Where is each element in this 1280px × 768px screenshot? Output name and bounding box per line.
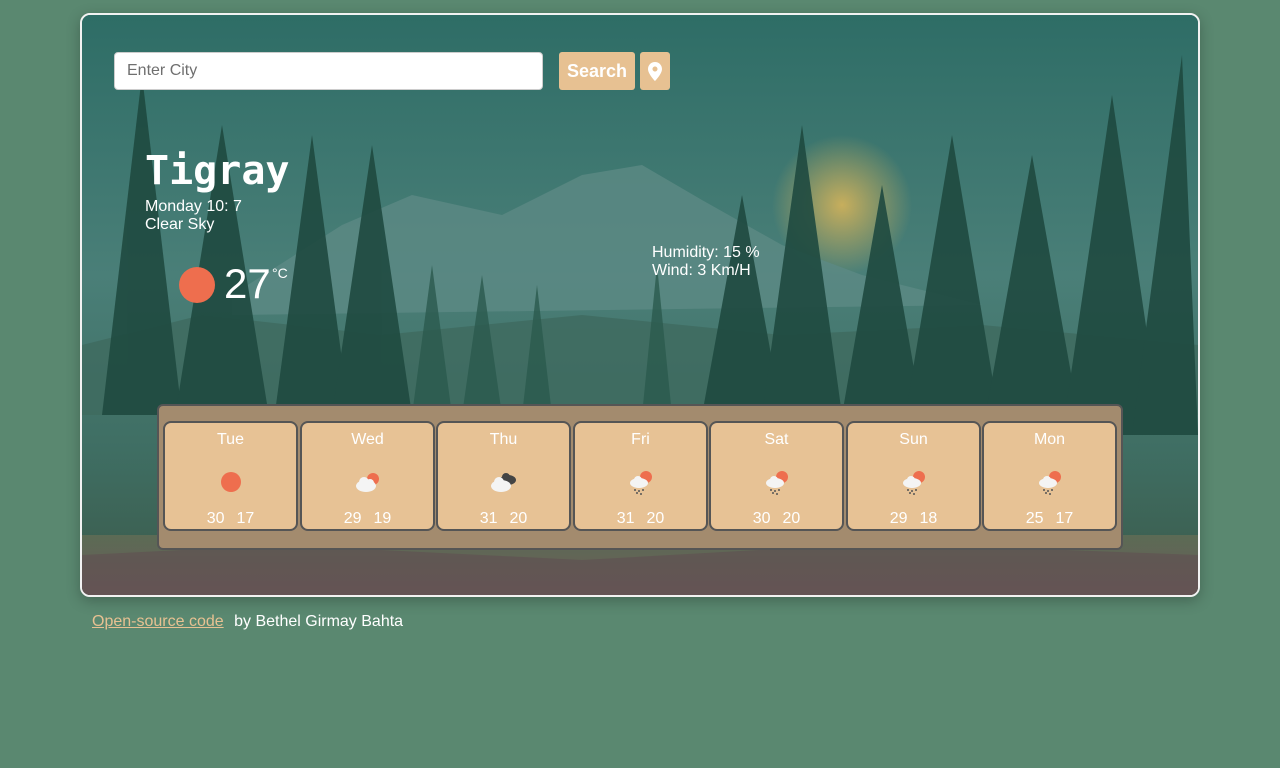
forecast-low-temp: 20 [646, 510, 665, 527]
forecast-day-name: Mon [1033, 431, 1066, 448]
author-byline: by Bethel Girmay Bahta [234, 613, 404, 630]
rain-icon [629, 471, 652, 495]
forecast-high-temp: 29 [889, 510, 908, 527]
wind-speed-value: Wind: 3 Km/H [652, 262, 751, 279]
forecast-high-temp: 29 [343, 510, 362, 527]
forecast-low-temp: 17 [236, 510, 255, 527]
current-location-button[interactable] [640, 52, 670, 90]
weather-description: Clear Sky [145, 216, 215, 233]
forecast-high-temp: 30 [206, 510, 225, 527]
forecast-day-name: Sun [899, 431, 928, 448]
rain-icon [765, 471, 788, 495]
forecast-day: Sun 29 18 [846, 421, 981, 531]
forecast-high-temp: 31 [479, 510, 498, 527]
broken-clouds-icon [490, 473, 516, 492]
weather-card: Search Tigray Monday 10: 7 Clear Sky 27 … [80, 13, 1200, 597]
forecast-low-temp: 19 [373, 510, 392, 527]
humidity-value: Humidity: 15 % [652, 244, 760, 261]
weekly-forecast: Tue 30 17 Wed 29 19 Thu 31 20 Fri 31 20 … [157, 404, 1123, 550]
forecast-high-temp: 31 [616, 510, 635, 527]
current-temperature: 27 [224, 260, 271, 307]
forecast-day-name: Tue [217, 431, 244, 448]
footer: Open-source code by Bethel Girmay Bahta [92, 613, 403, 631]
forecast-day-name: Wed [351, 431, 384, 448]
forecast-day: Sat 30 20 [709, 421, 844, 531]
forecast-high-temp: 25 [1025, 510, 1044, 527]
search-button[interactable]: Search [559, 52, 635, 90]
forecast-day: Fri 31 20 [573, 421, 708, 531]
forecast-high-temp: 30 [752, 510, 771, 527]
forecast-day-name: Fri [631, 431, 650, 448]
open-source-code-link[interactable]: Open-source code [92, 613, 224, 630]
temperature-unit[interactable]: °C [272, 265, 288, 281]
clear-sky-icon [220, 472, 241, 492]
forecast-low-temp: 20 [509, 510, 528, 527]
forecast-day: Wed 29 19 [300, 421, 435, 531]
rain-icon [1038, 471, 1061, 495]
clear-sky-icon [179, 267, 215, 303]
current-datetime: Monday 10: 7 [145, 198, 242, 215]
forecast-low-temp: 18 [919, 510, 938, 527]
forecast-day-name: Sat [764, 431, 789, 448]
city-name: Tigray [145, 148, 290, 194]
forecast-day: Tue 30 17 [163, 421, 298, 531]
map-marker-icon [648, 61, 662, 81]
forecast-low-temp: 20 [782, 510, 801, 527]
forecast-day: Mon 25 17 [982, 421, 1117, 531]
city-search-input[interactable] [114, 52, 543, 90]
few-clouds-icon [355, 473, 379, 492]
forecast-low-temp: 17 [1055, 510, 1074, 527]
forecast-day-name: Thu [489, 431, 518, 448]
forecast-day: Thu 31 20 [436, 421, 571, 531]
rain-icon [902, 471, 925, 495]
